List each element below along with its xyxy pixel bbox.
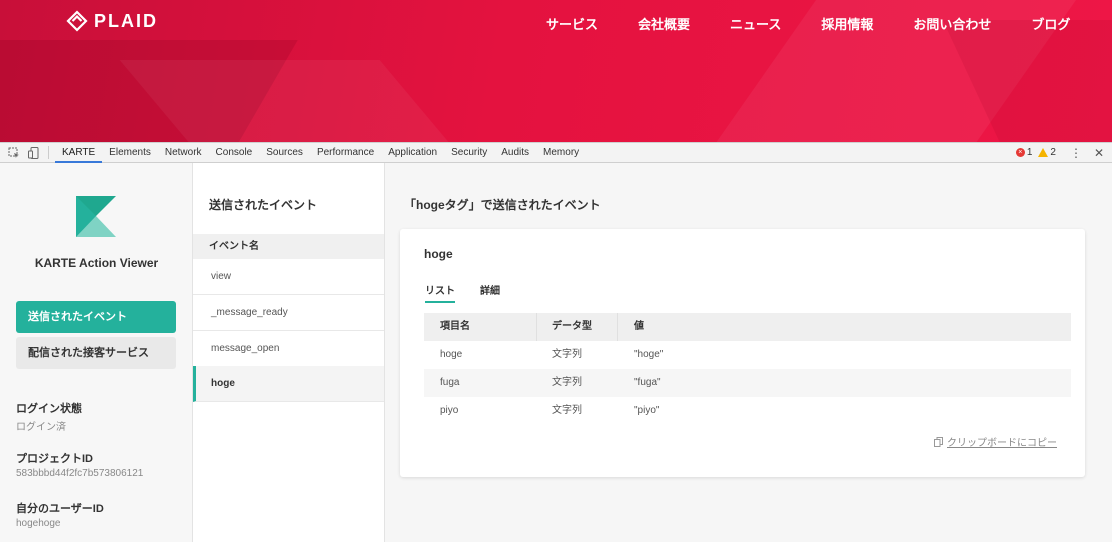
cell-type: 文字列	[552, 405, 582, 416]
tab-security[interactable]: Security	[444, 143, 494, 162]
copy-icon	[934, 436, 943, 447]
device-toggle-icon[interactable]	[28, 146, 40, 159]
table-row: hoge 文字列 "hoge"	[424, 341, 1071, 369]
user-id-value: hogehoge	[16, 518, 61, 529]
tab-details[interactable]: 詳細	[480, 282, 500, 301]
menu-delivered-actions[interactable]: 配信された接客サービス	[16, 337, 176, 369]
cell-field: fuga	[440, 377, 460, 388]
event-item-hoge[interactable]: hoge	[193, 366, 384, 402]
cell-value: "fuga"	[634, 377, 661, 388]
column-header-value: 値	[634, 321, 644, 332]
cell-type: 文字列	[552, 377, 582, 388]
cell-value: "hoge"	[634, 349, 664, 360]
table-row: fuga 文字列 "fuga"	[424, 369, 1071, 397]
error-count[interactable]: 1	[1027, 147, 1033, 158]
close-icon[interactable]: ✕	[1094, 146, 1104, 160]
project-id-label: プロジェクトID	[16, 453, 93, 465]
nav-link-blog[interactable]: ブログ	[1031, 14, 1070, 33]
nav-link-services[interactable]: サービス	[546, 14, 598, 33]
event-list-header: イベント名	[193, 234, 384, 259]
more-icon[interactable]: ⋮	[1070, 146, 1082, 160]
warning-count[interactable]: 2	[1050, 147, 1056, 158]
tab-sources[interactable]: Sources	[259, 143, 310, 162]
event-detail-panel: 「hogeタグ」で送信されたイベント hoge リスト 詳細 項目名 データ型 …	[386, 163, 1112, 542]
event-item-message-ready[interactable]: _message_ready	[193, 295, 384, 331]
toolbar-divider	[48, 146, 49, 159]
event-list-panel: 送信されたイベント イベント名 view _message_ready mess…	[193, 163, 385, 542]
user-id-label: 自分のユーザーID	[16, 503, 104, 515]
cell-value: "piyo"	[634, 405, 660, 416]
event-item-view[interactable]: view	[193, 259, 384, 295]
tab-network[interactable]: Network	[158, 143, 209, 162]
event-card-title: hoge	[424, 247, 453, 261]
tab-audits[interactable]: Audits	[494, 143, 536, 162]
devtools-status: × 1 2 ⋮ ✕	[1015, 143, 1104, 162]
tab-karte[interactable]: KARTE	[55, 143, 103, 163]
tab-application[interactable]: Application	[381, 143, 444, 162]
tab-list[interactable]: リスト	[425, 282, 455, 303]
tab-elements[interactable]: Elements	[102, 143, 158, 162]
karte-logo-icon	[76, 196, 116, 237]
error-icon[interactable]: ×	[1015, 148, 1025, 157]
website-header: PLAID サービス 会社概要 ニュース 採用情報 お問い合わせ ブログ	[0, 0, 1112, 142]
warning-icon[interactable]	[1038, 148, 1049, 157]
tab-performance[interactable]: Performance	[310, 143, 381, 162]
table-header: 項目名 データ型 値	[424, 313, 1071, 341]
event-item-message-open[interactable]: message_open	[193, 331, 384, 367]
plaid-logo-icon	[66, 10, 88, 32]
devtools-tabbar: KARTE Elements Network Console Sources P…	[0, 142, 1112, 163]
column-header-type: データ型	[537, 313, 618, 341]
copy-to-clipboard-link[interactable]: クリップボードにコピー	[934, 434, 1057, 449]
nav-link-company[interactable]: 会社概要	[638, 14, 690, 33]
column-header-field: 項目名	[424, 313, 537, 341]
nav-link-careers[interactable]: 採用情報	[821, 14, 873, 33]
cell-field: piyo	[440, 405, 459, 416]
logo-text: PLAID	[94, 10, 158, 31]
cell-field: hoge	[440, 349, 463, 360]
nav-link-news[interactable]: ニュース	[730, 14, 781, 33]
plaid-logo[interactable]: PLAID	[66, 10, 158, 32]
copy-label: クリップボードにコピー	[947, 438, 1057, 449]
sidebar: KARTE Action Viewer 送信されたイベント 配信された接客サービ…	[0, 163, 193, 542]
project-id-value: 583bbbd44f2fc7b573806121	[16, 468, 144, 479]
tab-console[interactable]: Console	[209, 143, 260, 162]
login-status-label: ログイン状態	[16, 403, 82, 415]
event-detail-title: 「hogeタグ」で送信されたイベント	[404, 198, 601, 212]
login-status-value: ログイン済	[16, 422, 66, 433]
cell-type: 文字列	[552, 349, 582, 360]
app-title: KARTE Action Viewer	[34, 256, 159, 270]
event-field-table: 項目名 データ型 値 hoge 文字列 "hoge" fuga 文字列 "fug…	[424, 313, 1071, 425]
table-row: piyo 文字列 "piyo"	[424, 397, 1071, 425]
menu-sent-events[interactable]: 送信されたイベント	[16, 301, 176, 333]
inspect-icon[interactable]	[8, 147, 20, 159]
site-nav: サービス 会社概要 ニュース 採用情報 お問い合わせ ブログ	[546, 14, 1110, 33]
event-list-title: 送信されたイベント	[209, 198, 318, 212]
nav-link-contact[interactable]: お問い合わせ	[913, 14, 991, 33]
event-card: hoge リスト 詳細 項目名 データ型 値 hoge 文字列 "hoge" f…	[400, 229, 1085, 477]
tab-memory[interactable]: Memory	[536, 143, 586, 162]
